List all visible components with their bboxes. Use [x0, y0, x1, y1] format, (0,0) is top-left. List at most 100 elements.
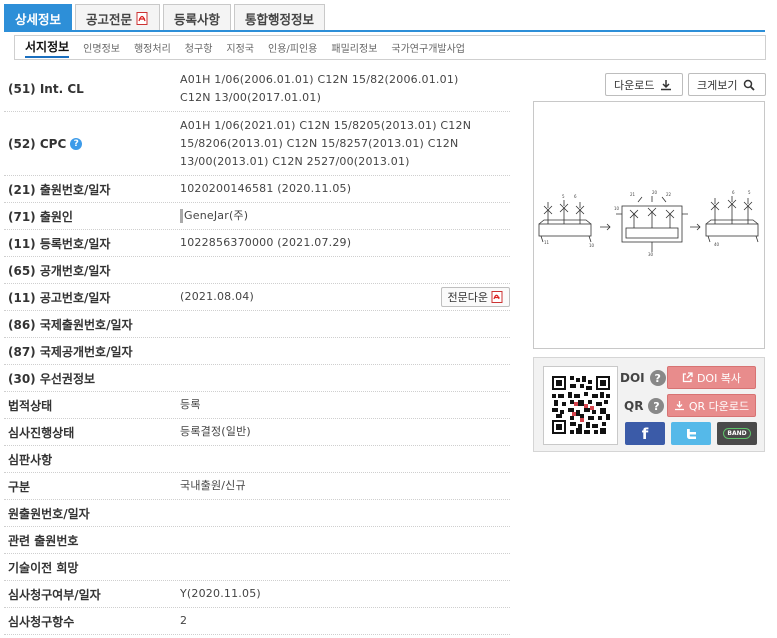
tab-underline	[4, 30, 765, 32]
field-value: 1022856370000 (2021.07.29)	[180, 236, 352, 249]
row-registration-number: (11) 등록번호/일자 1022856370000 (2021.07.29)	[4, 230, 510, 257]
patent-drawing-image: 5 6 11 10 21 20 22 30 10 40 6 5	[538, 190, 759, 257]
download-button[interactable]: 다운로드	[605, 73, 683, 96]
twitter-icon	[687, 428, 696, 439]
svg-text:5: 5	[748, 190, 751, 195]
field-label: (86) 국제출원번호/일자	[8, 317, 133, 332]
field-label: 심사진행상태	[8, 425, 75, 440]
field-value	[180, 536, 510, 544]
subtab-claims[interactable]: 청구항	[185, 40, 213, 55]
field-label: 법적상태	[8, 398, 53, 413]
sub-tabs: 서지정보 인명정보 행정처리 청구항 지정국 인용/피인용 패밀리정보 국가연구…	[14, 35, 766, 60]
row-announcement-number: (11) 공고번호/일자 (2021.08.04) 전문다운	[4, 284, 510, 311]
field-value: 2	[180, 614, 188, 627]
subtab-citations[interactable]: 인용/피인용	[268, 40, 317, 55]
row-category: 구분 국내출원/신규	[4, 473, 510, 500]
field-label: 심판사항	[8, 452, 53, 467]
svg-text:5: 5	[562, 194, 565, 199]
tab-announcement-fulltext[interactable]: 공고전문	[75, 4, 161, 31]
twitter-share-button[interactable]	[671, 422, 711, 445]
pdf-icon	[491, 291, 503, 303]
field-label: (21) 출원번호/일자	[8, 182, 111, 197]
fulltext-download-button[interactable]: 전문다운	[440, 287, 510, 307]
field-label: (87) 국제공개번호/일자	[8, 344, 133, 359]
subtab-admin-process[interactable]: 행정처리	[134, 40, 171, 55]
subtab-designated-states[interactable]: 지정국	[226, 40, 254, 55]
zoom-button[interactable]: 크게보기	[688, 73, 766, 96]
field-value: GeneJar(주)	[180, 203, 510, 229]
svg-text:6: 6	[732, 190, 735, 195]
doi-help-icon[interactable]: ?	[649, 370, 666, 386]
field-value: 등록	[180, 398, 201, 411]
field-label: (30) 우선권정보	[8, 371, 96, 386]
help-icon[interactable]: ?	[70, 137, 83, 150]
row-original-application: 원출원번호/일자	[4, 500, 510, 527]
field-label: (65) 공개번호/일자	[8, 263, 111, 278]
representative-drawing[interactable]: 5 6 11 10 21 20 22 30 10 40 6 5	[533, 101, 765, 349]
svg-text:40: 40	[714, 242, 720, 247]
field-value	[180, 455, 510, 463]
field-value	[180, 266, 510, 274]
row-related-application: 관련 출원번호	[4, 527, 510, 554]
row-application-number: (21) 출원번호/일자 1020200146581 (2020.11.05)	[4, 176, 510, 203]
subtab-national-rnd[interactable]: 국가연구개발사업	[391, 40, 465, 55]
field-label: (11) 공고번호/일자	[8, 290, 111, 305]
field-label: 구분	[8, 479, 31, 494]
field-value: A01H 1/06(2006.01.01) C12N 15/82(2006.01…	[180, 72, 459, 104]
svg-text:10: 10	[614, 206, 620, 211]
tab-integrated-admin[interactable]: 통합행정정보	[234, 4, 326, 31]
band-share-button[interactable]: BAND	[717, 422, 757, 445]
row-exam-request: 심사청구여부/일자 Y(2020.11.05)	[4, 581, 510, 608]
qr-label-group: QR ?	[624, 398, 665, 414]
svg-text:10: 10	[589, 243, 595, 248]
field-value	[180, 374, 510, 382]
field-label: (51) Int. CL	[8, 81, 84, 96]
doi-label-group: DOI ?	[620, 370, 666, 386]
qr-help-icon[interactable]: ?	[648, 398, 665, 414]
svg-text:30: 30	[648, 252, 654, 257]
row-claim-count: 심사청구항수 2	[4, 608, 510, 635]
field-value	[180, 563, 510, 571]
qr-download-button[interactable]: QR 다운로드	[667, 394, 756, 417]
pdf-icon	[136, 11, 148, 25]
row-int-cl: (51) Int. CL A01H 1/06(2006.01.01) C12N …	[4, 66, 510, 112]
facebook-share-button[interactable]: f	[625, 422, 665, 445]
svg-text:20: 20	[652, 190, 658, 195]
svg-text:22: 22	[666, 192, 672, 197]
svg-text:21: 21	[630, 192, 636, 197]
field-value: 등록결정(일반)	[180, 425, 251, 438]
external-link-icon	[682, 372, 693, 383]
subtab-bibliographic[interactable]: 서지정보	[25, 38, 70, 58]
facebook-icon: f	[641, 424, 649, 443]
qr-code-icon	[552, 376, 610, 434]
row-intl-publication: (87) 국제공개번호/일자	[4, 338, 510, 365]
tab-detail[interactable]: 상세정보	[4, 4, 73, 31]
download-icon	[661, 79, 672, 90]
row-tech-transfer: 기술이전 희망	[4, 554, 510, 581]
field-value: 1020200146581 (2020.11.05)	[180, 182, 352, 195]
row-publication-number: (65) 공개번호/일자	[4, 257, 510, 284]
field-value	[180, 509, 510, 517]
field-label: (52) CPC ?	[4, 137, 180, 151]
row-exam-status: 심사진행상태 등록결정(일반)	[4, 419, 510, 446]
row-trial: 심판사항	[4, 446, 510, 473]
svg-text:6: 6	[574, 194, 577, 199]
qr-code[interactable]	[543, 366, 618, 445]
field-value: 국내출원/신규	[180, 479, 246, 492]
row-applicant: (71) 출원인 GeneJar(주)	[4, 203, 510, 230]
bibliographic-table: (51) Int. CL A01H 1/06(2006.01.01) C12N …	[4, 66, 510, 635]
download-icon	[674, 401, 684, 411]
subtab-family[interactable]: 패밀리정보	[331, 40, 377, 55]
row-cpc: (52) CPC ? A01H 1/06(2021.01) C12N 15/82…	[4, 112, 510, 176]
applicant-link[interactable]: GeneJar(주)	[184, 209, 248, 222]
tab-registration[interactable]: 등록사항	[163, 4, 232, 31]
doi-copy-button[interactable]: DOI 복사	[667, 366, 756, 389]
field-label: 심사청구여부/일자	[8, 587, 101, 602]
subtab-persons[interactable]: 인명정보	[83, 40, 120, 55]
field-label: 관련 출원번호	[8, 533, 79, 548]
row-priority: (30) 우선권정보	[4, 365, 510, 392]
field-label: 심사청구항수	[8, 614, 75, 629]
field-value	[180, 347, 510, 355]
field-label: 원출원번호/일자	[8, 506, 90, 521]
magnifier-icon	[744, 79, 756, 91]
